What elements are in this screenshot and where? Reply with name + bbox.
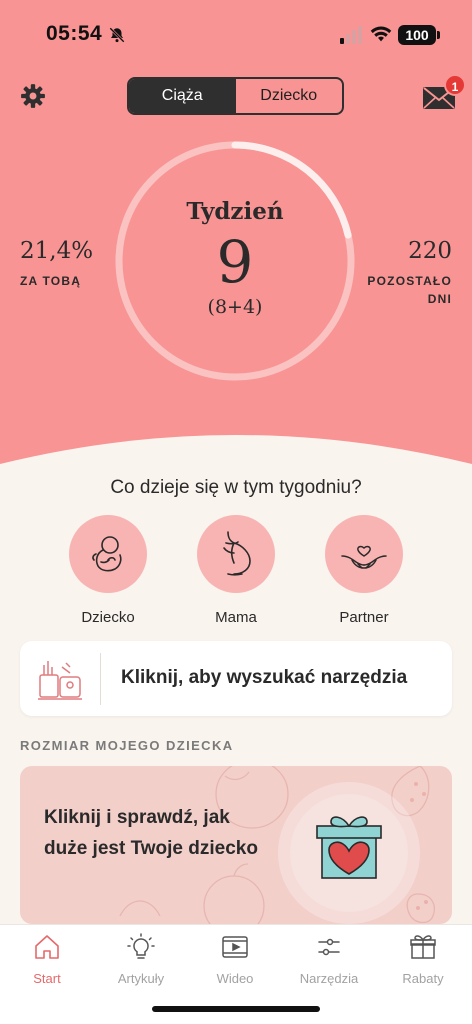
tools-icon xyxy=(318,938,340,956)
category-partner-label: Partner xyxy=(339,609,389,626)
progress-done-value: 21,4% xyxy=(20,238,94,264)
status-time: 05:54 xyxy=(46,22,103,45)
hero-curve xyxy=(0,420,472,480)
notification-badge: 1 xyxy=(444,74,466,96)
progress-done-stat: 21,4% ZA TOBĄ xyxy=(20,238,93,290)
days-left-label: POZOSTAŁO DNI xyxy=(367,272,452,308)
week-display: Tydzień 9 (8+4) xyxy=(114,140,356,382)
tab-video-label: Wideo xyxy=(216,971,254,986)
hands-heart-icon xyxy=(341,545,387,569)
tab-child[interactable]: Dziecko xyxy=(236,79,343,113)
tools-card-divider xyxy=(100,653,101,705)
search-tools-text: Kliknij, aby wyszukać narzędzia xyxy=(121,667,408,688)
category-partner-circle xyxy=(325,515,403,593)
tab-tools[interactable]: Narzędzia xyxy=(282,933,376,986)
bell-off-icon xyxy=(109,27,125,43)
status-bar: 05:54 100 xyxy=(0,0,472,70)
search-tools-card[interactable]: Kliknij, aby wyszukać narzędzia xyxy=(20,641,452,716)
fetus-icon xyxy=(92,536,122,572)
baby-size-card[interactable]: Kliknij i sprawdź, jak duże jest Twoje d… xyxy=(20,766,452,924)
week-label: Tydzień xyxy=(186,198,284,225)
mode-segmented-control: Ciąża Dziecko xyxy=(127,77,344,115)
gear-icon[interactable] xyxy=(20,83,46,109)
category-baby-label: Dziecko xyxy=(81,609,135,626)
baby-size-heading: ROZMIAR MOJEGO DZIECKA xyxy=(20,738,234,753)
tab-tools-label: Narzędzia xyxy=(299,971,359,986)
days-left-value: 220 xyxy=(408,238,452,264)
tab-start-label: Start xyxy=(33,971,61,986)
tab-articles-label: Artykuły xyxy=(117,971,165,986)
tab-start[interactable]: Start xyxy=(0,933,94,986)
tab-discounts[interactable]: Rabaty xyxy=(376,933,470,986)
video-icon xyxy=(222,936,248,958)
category-mom[interactable]: Mama xyxy=(196,515,276,626)
days-left-stat: 220 POZOSTAŁO DNI xyxy=(367,238,452,308)
home-indicator xyxy=(152,1006,320,1012)
days-left-label-line2: DNI xyxy=(427,292,452,306)
cellular-signal-icon xyxy=(340,26,362,44)
category-baby-circle xyxy=(69,515,147,593)
baby-size-text: Kliknij i sprawdź, jak duże jest Twoje d… xyxy=(44,807,258,859)
gift-heart-icon xyxy=(316,816,382,879)
battery-indicator: 100 xyxy=(398,25,436,45)
tab-pregnancy[interactable]: Ciąża xyxy=(129,79,236,113)
category-partner[interactable]: Partner xyxy=(324,515,404,626)
progress-done-label: ZA TOBĄ xyxy=(20,274,82,288)
gift-icon xyxy=(410,935,436,959)
tab-video[interactable]: Wideo xyxy=(188,933,282,986)
pregnant-belly-icon xyxy=(223,531,251,576)
tab-articles[interactable]: Artykuły xyxy=(94,933,188,986)
category-mom-circle xyxy=(197,515,275,593)
wifi-icon xyxy=(370,26,392,42)
days-left-label-line1: POZOSTAŁO xyxy=(367,274,452,288)
this-week-heading: Co dzieje się w tym tygodniu? xyxy=(110,477,362,498)
home-icon xyxy=(35,935,59,959)
category-mom-label: Mama xyxy=(215,609,257,626)
lightbulb-icon xyxy=(127,933,155,959)
category-baby[interactable]: Dziecko xyxy=(68,515,148,626)
tab-discounts-label: Rabaty xyxy=(402,971,444,986)
week-detail: (8+4) xyxy=(207,296,263,318)
battery-tip xyxy=(437,31,440,39)
week-number: 9 xyxy=(216,228,254,296)
tools-icon xyxy=(38,661,82,700)
